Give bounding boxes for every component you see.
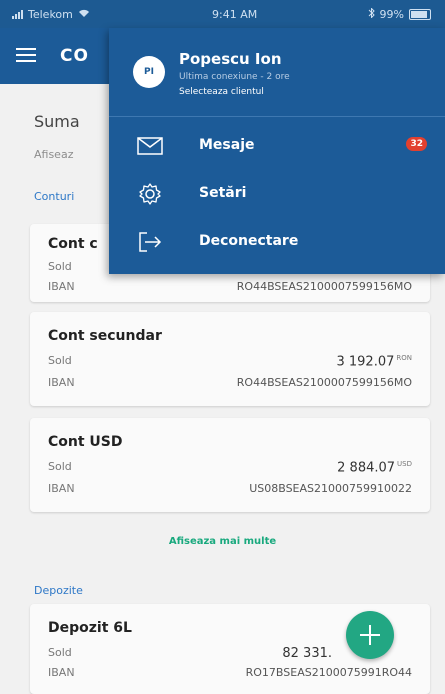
balance-amount: 82 331. <box>282 646 332 661</box>
account-name: Cont USD <box>48 434 123 450</box>
sold-label: Sold <box>48 354 72 367</box>
sold-label: Sold <box>48 260 72 273</box>
status-bar: Telekom 9:41 AM 99% <box>0 0 445 28</box>
currency: RON <box>396 354 412 362</box>
envelope-icon <box>137 134 163 158</box>
iban-value: RO44BSEAS2100007599156MO <box>236 376 412 389</box>
menu-item-label: Setări <box>199 185 247 201</box>
iban-label: IBAN <box>48 376 75 389</box>
drawer-header[interactable]: PI Popescu Ion Ultima conexiune - 2 ore … <box>109 28 445 114</box>
balance-amount: 3 192.07 <box>336 354 395 370</box>
gear-icon <box>137 182 163 206</box>
show-more-link[interactable]: Afiseaza mai multe <box>0 536 445 547</box>
add-button[interactable] <box>346 611 394 659</box>
carrier-name: Telekom <box>28 8 73 21</box>
user-name: Popescu Ion <box>179 50 282 68</box>
account-card[interactable]: Cont secundar Sold 3 192.07 RON IBAN RO44… <box>30 312 430 406</box>
last-login: Ultima conexiune - 2 ore <box>179 72 290 82</box>
iban-value: RO17BSEAS2100075991RO44 <box>245 666 412 679</box>
deposit-name: Depozit 6L <box>48 620 132 636</box>
app-title: CO <box>60 46 89 66</box>
total-sum-label: Suma <box>34 112 80 131</box>
iban-label: IBAN <box>48 482 75 495</box>
drawer-divider <box>109 116 445 117</box>
currency: USD <box>397 460 412 468</box>
iban-label: IBAN <box>48 666 75 679</box>
wifi-icon <box>78 8 90 21</box>
logout-icon <box>137 230 163 254</box>
account-name: Cont c <box>48 236 98 252</box>
unread-badge: 32 <box>406 137 427 151</box>
menu-item-label: Mesaje <box>199 137 255 153</box>
avatar: PI <box>133 56 165 88</box>
iban-label: IBAN <box>48 280 75 293</box>
battery-icon <box>409 9 431 20</box>
balance-amount: 2 884.07 <box>337 460 396 476</box>
sold-label: Sold <box>48 460 72 473</box>
menu-icon[interactable] <box>16 48 36 62</box>
account-card[interactable]: Cont USD Sold 2 884.07 USD IBAN US08BSEAS… <box>30 418 430 512</box>
menu-item-messages[interactable]: Mesaje 32 <box>109 126 445 166</box>
menu-item-settings[interactable]: Setări <box>109 174 445 214</box>
sold-label: Sold <box>48 646 72 659</box>
battery-percent: 99% <box>379 8 404 21</box>
menu-item-label: Deconectare <box>199 233 299 249</box>
signal-icon <box>12 10 23 19</box>
iban-value: US08BSEAS21000759910022 <box>249 482 412 495</box>
select-client-link[interactable]: Selecteaza clientul <box>179 87 264 97</box>
menu-item-logout[interactable]: Deconectare <box>109 222 445 262</box>
deposits-section-label: Depozite <box>34 584 83 597</box>
account-name: Cont secundar <box>48 328 162 344</box>
iban-value: RO44BSEAS2100007599156MO <box>236 280 412 293</box>
navigation-drawer: PI Popescu Ion Ultima conexiune - 2 ore … <box>109 28 445 274</box>
clock: 9:41 AM <box>212 8 258 21</box>
bluetooth-icon <box>368 7 375 21</box>
show-label[interactable]: Afiseaz <box>34 148 73 161</box>
accounts-section-label: Conturi <box>34 190 75 203</box>
